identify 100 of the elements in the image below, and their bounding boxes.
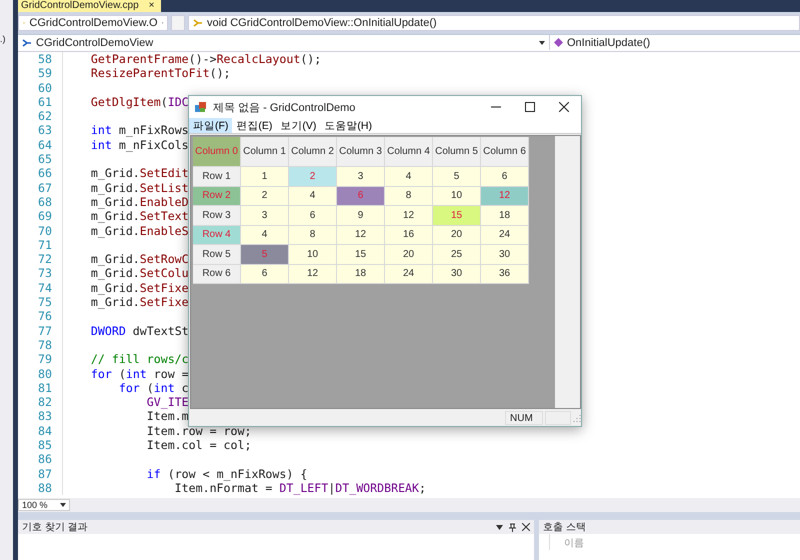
line-number: 60 [37, 80, 53, 95]
grid-cell[interactable]: 24 [481, 226, 529, 245]
line-number: 77 [37, 324, 53, 338]
method-icon [554, 38, 563, 47]
column-header[interactable]: Column 5 [433, 137, 481, 167]
code-line: for (int c [118, 380, 189, 396]
grid-cell[interactable]: 18 [337, 264, 385, 284]
grid-cell[interactable]: 10 [289, 245, 337, 264]
minimize-icon[interactable] [491, 106, 501, 108]
line-number: 84 [37, 424, 53, 438]
grid-cell[interactable]: 12 [289, 264, 337, 284]
line-number: 85 [37, 438, 53, 452]
close-icon[interactable] [559, 102, 569, 112]
code-line: Item.nFormat = DT_LEFT|DT_WORDBREAK; [174, 480, 426, 496]
column-header[interactable]: Column 2 [289, 137, 337, 167]
line-number: 66 [37, 166, 53, 181]
row-header[interactable]: Row 3 [193, 206, 241, 226]
grid-cell[interactable]: 16 [385, 226, 433, 245]
grid-cell[interactable]: 24 [385, 264, 433, 284]
code-line: GetParentFrame()->RecalcLayout(); [90, 52, 322, 66]
file-tab[interactable]: GridControlDemoView.cpp × [18, 0, 160, 12]
code-line: m_Grid.SetList [90, 180, 189, 195]
line-number: 74 [37, 280, 53, 296]
grid-cell[interactable]: 3 [241, 206, 289, 226]
line-number: 65 [37, 152, 53, 166]
menu-item[interactable]: 보기(V) [276, 118, 320, 133]
grid-cell[interactable]: 8 [289, 226, 337, 245]
grid-cell[interactable]: 15 [433, 206, 481, 226]
grid-cell[interactable]: 9 [337, 206, 385, 226]
column-header[interactable]: Column 3 [337, 137, 385, 167]
column-header[interactable]: Column 6 [481, 137, 529, 167]
menu-item[interactable]: 편집(E) [232, 118, 276, 133]
grid-cell[interactable]: 15 [337, 245, 385, 264]
line-number: 69 [37, 209, 53, 224]
panel-title: 호출 스택 [543, 521, 586, 534]
line-number: 79 [37, 352, 53, 367]
grid-cell[interactable]: 6 [241, 264, 289, 284]
dropdown-icon[interactable] [496, 524, 503, 530]
grid-cell[interactable]: 2 [289, 167, 337, 186]
grid-cell[interactable]: 3 [337, 167, 385, 186]
window-title: 제목 없음 - GridControlDemo [213, 100, 356, 114]
line-number: 73 [37, 266, 53, 281]
code-line: m_Grid.SetRowC [90, 252, 189, 266]
code-line: m_Grid.SetText [90, 209, 189, 224]
grid-cell[interactable]: 25 [433, 245, 481, 264]
grid-cell[interactable]: 4 [385, 167, 433, 186]
line-number: 72 [37, 252, 53, 266]
code-line: Item.m [146, 409, 189, 424]
line-number: 87 [37, 466, 53, 481]
grid-cell[interactable]: 5 [433, 167, 481, 186]
grid-cell[interactable]: 4 [241, 226, 289, 245]
code-line: m_Grid.SetColu [90, 266, 189, 281]
maximize-icon[interactable] [525, 102, 535, 112]
grid-cell[interactable]: 6 [289, 206, 337, 226]
line-number: 58 [37, 52, 53, 66]
resize-grip-icon[interactable] [573, 414, 581, 422]
code-line: m_Grid.EnableS [90, 224, 189, 238]
column-header[interactable]: Column 4 [385, 137, 433, 167]
menu-item[interactable]: 파일(F) [189, 118, 232, 133]
grid-cell[interactable]: 12 [337, 226, 385, 245]
grid-cell[interactable]: 18 [481, 206, 529, 226]
line-number: 62 [37, 109, 53, 124]
grid-cell[interactable]: 30 [433, 264, 481, 284]
pin-icon[interactable] [509, 522, 516, 532]
line-number: 81 [37, 380, 53, 396]
row-header[interactable]: Row 1 [193, 167, 241, 186]
line-number: 82 [37, 395, 53, 410]
grid-cell[interactable]: 10 [433, 186, 481, 206]
grid-cell[interactable]: 1 [241, 167, 289, 186]
grid-cell[interactable]: 20 [433, 226, 481, 245]
code-line: int m_nFixRows [90, 123, 189, 138]
row-header[interactable]: Row 6 [193, 264, 241, 284]
code-line: m_Grid.SetFixe [90, 295, 189, 310]
line-number: 76 [37, 309, 53, 324]
code-line: m_Grid.EnableD [90, 194, 189, 210]
line-number: 68 [37, 194, 53, 210]
grid-cell[interactable]: 8 [385, 186, 433, 206]
grid-cell[interactable]: 30 [481, 245, 529, 264]
app-icon [195, 101, 207, 113]
column-header[interactable]: Column 1 [241, 137, 289, 167]
status-pane [545, 410, 571, 424]
grid-cell[interactable]: 20 [385, 245, 433, 264]
grid-cell[interactable]: 2 [241, 186, 289, 206]
code-line: if (row < m_nFixRows) { [146, 466, 308, 481]
scope-dropdown[interactable]: CGridControlDemoView.O [18, 15, 168, 31]
menu-item[interactable]: 도움말(H) [320, 118, 376, 133]
grid-cell[interactable]: 12 [385, 206, 433, 226]
row-header[interactable]: Row 5 [193, 245, 241, 264]
line-number: 71 [37, 238, 53, 252]
zoom-dropdown[interactable]: 100 % [18, 499, 70, 511]
grid-cell[interactable]: 36 [481, 264, 529, 284]
member-dropdown[interactable]: void CGridControlDemoView::OnInitialUpdate() [188, 15, 800, 31]
line-number: 86 [37, 452, 53, 467]
code-line: GetDlgItem(IDC [90, 94, 189, 110]
grid-cell[interactable]: 4 [289, 186, 337, 206]
line-number: 64 [37, 138, 53, 152]
close-icon[interactable] [522, 523, 530, 531]
code-line: // fill rows/c [90, 352, 189, 367]
grid-cell[interactable]: 6 [481, 167, 529, 186]
code-line: Item.row = row; [146, 424, 252, 438]
